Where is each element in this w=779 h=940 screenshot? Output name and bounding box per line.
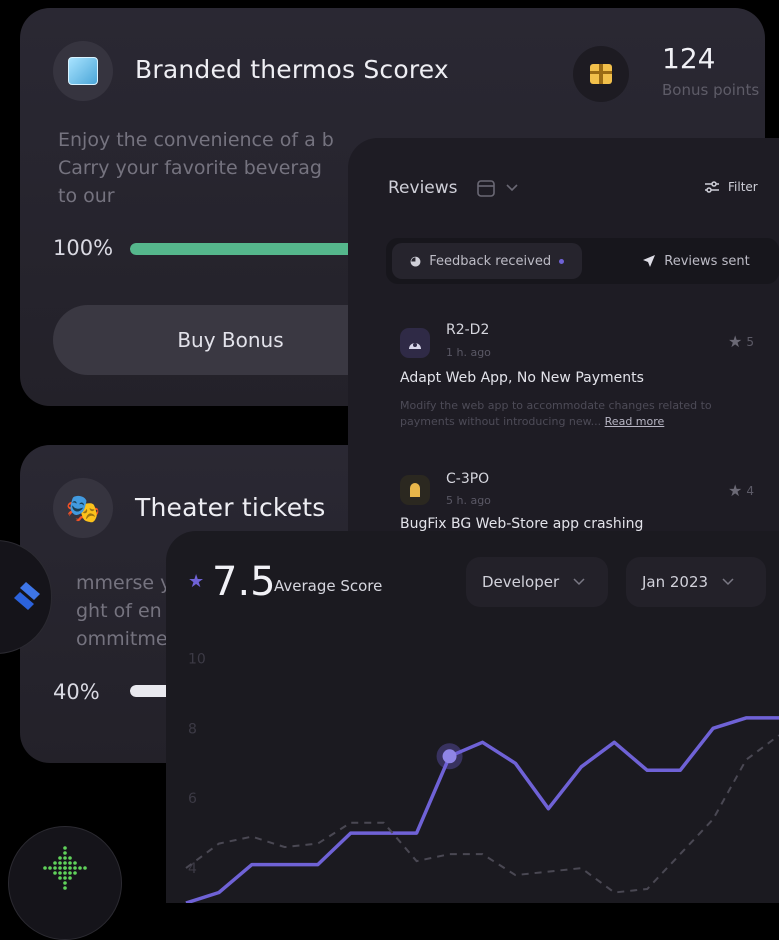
theater-title: Theater tickets — [135, 493, 326, 522]
y-tick-label: 10 — [188, 651, 206, 667]
highlight-point[interactable] — [442, 749, 457, 764]
tab-sent-label: Reviews sent — [664, 253, 750, 269]
review-author: R2-D2 — [446, 322, 490, 338]
sparkle-dot — [58, 856, 62, 860]
read-more-link[interactable]: Read more — [605, 415, 665, 428]
rating-value: 4 — [746, 483, 754, 498]
star-icon: ★ — [728, 481, 743, 500]
theater-description-line2: ght of en — [76, 600, 162, 622]
sparkle-dot — [53, 871, 57, 875]
product-description-line1: Enjoy the convenience of a b — [58, 129, 334, 151]
reviews-tabs: ◕ Feedback received Reviews sent — [386, 238, 779, 284]
avatar — [400, 475, 430, 505]
y-tick-label: 8 — [188, 721, 197, 737]
sparkle-dot — [58, 871, 62, 875]
sparkle-dot — [68, 861, 72, 865]
calendar-icon[interactable] — [476, 178, 496, 198]
bonus-points-label: Bonus points — [662, 81, 760, 99]
ice-cube-icon — [68, 57, 98, 85]
y-tick-label: 4 — [188, 861, 197, 877]
score-panel: ★ 7.5 Average Score Developer Jan 2023 1… — [166, 531, 779, 903]
theater-masks-icon: 🎭 — [53, 478, 113, 538]
sparkle-dot — [43, 866, 47, 870]
review-time: 5 h. ago — [446, 494, 491, 507]
robot-icon — [409, 343, 421, 349]
score-line-chart: 10 8 6 4 — [185, 651, 779, 903]
sparkle-dot — [73, 871, 77, 875]
unread-dot — [559, 258, 565, 264]
sparkle-dot — [68, 871, 72, 875]
tab-received-label: Feedback received — [429, 253, 552, 269]
filter-button[interactable]: Filter — [704, 180, 758, 194]
review-item[interactable] — [400, 475, 430, 505]
gift-button[interactable] — [573, 46, 629, 102]
filter-label: Filter — [728, 180, 758, 194]
gift-icon — [590, 64, 612, 84]
sparkle-dot — [58, 876, 62, 880]
sparkle-dot — [63, 846, 67, 850]
sparkle-dot — [53, 866, 57, 870]
jira-icon — [14, 582, 40, 610]
sparkle-dot — [63, 886, 67, 890]
chat-bubble-icon: ◕ — [409, 253, 422, 269]
sparkle-dot — [53, 861, 57, 865]
sparkle-dot — [58, 861, 62, 865]
bonus-points-value: 124 — [662, 42, 716, 75]
sparkle-dot — [73, 861, 77, 865]
rating-value: 5 — [746, 334, 754, 349]
progress-label: 100% — [53, 236, 114, 260]
sparkle-dot — [63, 866, 67, 870]
sparkle-dot — [68, 866, 72, 870]
integration-logo-badge — [8, 826, 122, 940]
sparkle-dots-icon — [43, 846, 87, 890]
review-rating: ★ 4 — [728, 481, 754, 500]
review-title: BugFix BG Web-Store app crashing — [400, 516, 644, 532]
sparkle-dot — [68, 856, 72, 860]
score-series-line — [185, 716, 779, 903]
avatar — [400, 328, 430, 358]
reviews-title: Reviews — [388, 178, 458, 198]
sparkle-dot — [63, 871, 67, 875]
sparkle-dot — [63, 861, 67, 865]
review-body-line2: payments without introducing new... Read… — [400, 414, 664, 430]
chevron-down-icon[interactable] — [506, 183, 518, 193]
sparkle-dot — [63, 881, 67, 885]
star-icon: ★ — [728, 332, 743, 351]
review-body-line1: Modify the web app to accommodate change… — [400, 399, 712, 412]
send-icon — [643, 255, 656, 267]
product-description-line3: to our — [58, 185, 115, 207]
product-title: Branded thermos Scorex — [135, 55, 449, 84]
review-item[interactable] — [400, 328, 430, 358]
sparkle-dot — [83, 866, 87, 870]
sparkle-dot — [63, 851, 67, 855]
theater-progress-label: 40% — [53, 680, 100, 704]
sparkle-dot — [78, 866, 82, 870]
sparkle-dot — [63, 876, 67, 880]
sparkle-dot — [73, 866, 77, 870]
review-author: C-3PO — [446, 471, 490, 487]
theater-description-line3: ommitme — [76, 628, 168, 650]
review-title: Adapt Web App, No New Payments — [400, 370, 644, 386]
sparkle-dot — [63, 856, 67, 860]
product-icon-circle — [53, 41, 113, 101]
robot-icon — [410, 483, 420, 497]
review-body-text: payments without introducing new... — [400, 415, 602, 428]
sparkle-dot — [68, 876, 72, 880]
tab-feedback-received[interactable]: ◕ Feedback received — [392, 243, 582, 279]
theater-description-line1: mmerse y — [76, 572, 172, 594]
tab-reviews-sent[interactable]: Reviews sent — [616, 243, 776, 279]
reviews-panel: Reviews Filter ◕ Feedback received Revie… — [348, 138, 779, 568]
sparkle-dot — [58, 866, 62, 870]
product-description-line2: Carry your favorite beverag — [58, 157, 322, 179]
sparkle-dot — [48, 866, 52, 870]
review-time: 1 h. ago — [446, 346, 491, 359]
y-tick-label: 6 — [188, 791, 197, 807]
filter-icon — [705, 181, 719, 193]
review-rating: ★ 5 — [728, 332, 754, 351]
